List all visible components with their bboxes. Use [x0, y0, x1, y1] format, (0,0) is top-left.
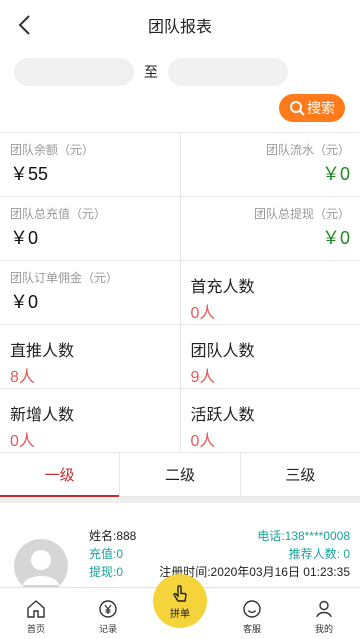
back-button[interactable] — [10, 11, 38, 39]
team-balance-value: ￥55 — [10, 164, 49, 184]
first-recharge-label: 首充人数 — [190, 279, 255, 296]
search-label: 搜索 — [307, 100, 335, 116]
bottom-tabbar: 首页 记录 拼单 客服 我的 — [0, 574, 360, 639]
member-recharge: 充值:0 — [89, 547, 124, 561]
team-count-label: 团队人数 — [190, 343, 255, 360]
team-count-cell: 团队人数 9人 — [179, 325, 360, 388]
team-recharge-label: 团队总充值（元） — [10, 207, 107, 221]
active-value: 0人 — [190, 433, 216, 450]
tabbar-home[interactable]: 首页 — [0, 588, 72, 639]
team-withdraw-cell: 团队总提现（元） ￥0 — [179, 197, 360, 260]
user-icon — [316, 600, 332, 618]
team-withdraw-value: ￥0 — [321, 228, 350, 248]
new-label: 新增人数 — [10, 407, 75, 424]
tab-level-2[interactable]: 二级 — [119, 453, 239, 496]
date-separator: 至 — [144, 64, 158, 80]
tabbar-records-label: 记录 — [98, 624, 117, 634]
team-recharge-cell: 团队总充值（元） ￥0 — [0, 197, 180, 260]
active-cell: 活跃人数 0人 — [179, 389, 360, 452]
tab-level-3[interactable]: 三级 — [239, 453, 360, 496]
member-phone: 电话:138****0008 — [257, 529, 350, 543]
team-flow-label: 团队流水（元） — [265, 143, 350, 157]
tabbar-group-buy[interactable]: 拼单 — [144, 574, 216, 639]
member-name: 姓名:888 — [89, 529, 137, 543]
new-cell: 新增人数 0人 — [0, 389, 180, 452]
tabbar-mine[interactable]: 我的 — [288, 588, 360, 639]
team-withdraw-label: 团队总提现（元） — [253, 207, 350, 221]
tab-level-1[interactable]: 一级 — [0, 453, 120, 497]
level-tabs: 一级 二级 三级 — [0, 453, 360, 497]
group-buy-button[interactable]: 拼单 — [153, 574, 207, 628]
end-date-input[interactable] — [168, 58, 288, 86]
tabbar-home-label: 首页 — [26, 624, 45, 634]
chevron-left-icon — [18, 15, 30, 35]
group-buy-label: 拼单 — [170, 608, 190, 620]
team-count-value: 9人 — [190, 369, 216, 386]
member-recommend: 推荐人数: 0 — [288, 547, 350, 561]
user-avatar-icon — [15, 540, 67, 592]
active-label: 活跃人数 — [190, 407, 255, 424]
team-commission-label: 团队订单佣金（元） — [10, 271, 119, 285]
new-value: 0人 — [10, 433, 35, 450]
team-commission-value: ￥0 — [10, 292, 39, 312]
tabbar-service-label: 客服 — [242, 624, 261, 634]
tabbar-service[interactable]: 客服 — [216, 588, 288, 639]
tabbar-mine-label: 我的 — [314, 624, 333, 634]
search-icon — [290, 101, 305, 116]
search-button[interactable]: 搜索 — [279, 94, 345, 122]
team-balance-label: 团队余额（元） — [10, 143, 95, 157]
home-icon — [27, 600, 45, 618]
direct-value: 8人 — [10, 369, 35, 386]
stats-grid: 团队余额（元） ￥55 团队流水（元） ￥0 团队总充值（元） ￥0 团队总提现… — [0, 132, 360, 453]
first-recharge-cell: 首充人数 0人 — [179, 261, 360, 324]
tabbar-records[interactable]: 记录 — [72, 588, 144, 639]
first-recharge-value: 0人 — [190, 305, 216, 322]
team-recharge-value: ￥0 — [10, 228, 39, 248]
team-balance-cell: 团队余额（元） ￥55 — [0, 133, 180, 196]
smile-icon — [243, 600, 261, 618]
team-commission-cell: 团队订单佣金（元） ￥0 — [0, 261, 180, 324]
team-flow-value: ￥0 — [321, 164, 350, 184]
member-withdraw: 提现:0 — [89, 565, 124, 579]
header: 团队报表 — [0, 0, 360, 50]
team-flow-cell: 团队流水（元） ￥0 — [179, 133, 360, 196]
start-date-input[interactable] — [14, 58, 134, 86]
direct-cell: 直推人数 8人 — [0, 325, 180, 388]
direct-label: 直推人数 — [10, 343, 75, 360]
yuan-circle-icon — [99, 600, 117, 618]
date-range: 至 — [0, 50, 360, 94]
tap-hand-icon — [173, 584, 187, 602]
page-title: 团队报表 — [147, 19, 212, 36]
avatar — [14, 539, 68, 593]
